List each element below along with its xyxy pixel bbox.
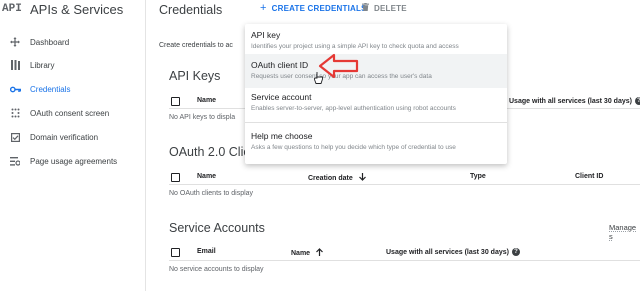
menu-item-help-me-choose[interactable]: Help me choose Asks a few questions to h…: [245, 125, 507, 159]
menu-item-service-account[interactable]: Service account Enables server-to-server…: [245, 86, 507, 120]
plus-icon: +: [260, 2, 267, 14]
sidebar-item-label: Credentials: [30, 84, 71, 94]
product-title: APIs & Services: [30, 2, 124, 17]
sidebar-item-domain-verification[interactable]: Domain verification: [0, 126, 146, 148]
app-window: API APIs & Services Dashboard Library Cr…: [0, 0, 640, 291]
menu-item-title: Help me choose: [251, 131, 313, 141]
oauth-col-client-id[interactable]: Client ID: [575, 173, 603, 180]
sidebar-item-page-usage[interactable]: Page usage agreements: [0, 150, 146, 172]
oauth-col-creation-date[interactable]: Creation date: [308, 173, 366, 183]
service-accounts-empty-message: No service accounts to display: [169, 266, 264, 273]
brand: API APIs & Services: [0, 0, 146, 22]
api-keys-select-all-checkbox[interactable]: [171, 97, 180, 106]
sidebar-item-label: Dashboard: [30, 37, 70, 47]
delete-button[interactable]: DELETE: [362, 3, 407, 13]
service-accounts-col-usage-label: Usage with all services (last 30 days): [386, 248, 509, 256]
menu-item-api-key[interactable]: API key Identifies your project using a …: [245, 24, 507, 58]
sidebar: API APIs & Services Dashboard Library Cr…: [0, 0, 146, 291]
api-keys-empty-message: No API keys to displa: [169, 114, 236, 121]
consent-icon: [0, 108, 30, 118]
menu-item-description: Asks a few questions to help you decide …: [251, 144, 456, 151]
menu-item-description: Identifies your project using a simple A…: [251, 43, 459, 50]
arrow-up-icon: [316, 248, 323, 258]
red-arrow-annotation-icon: [318, 53, 359, 79]
help-icon[interactable]: ?: [511, 248, 520, 256]
sidebar-item-label: OAuth consent screen: [30, 108, 110, 118]
manage-service-accounts-link[interactable]: Manage s: [609, 223, 640, 241]
menu-divider: [245, 122, 507, 123]
page-title: Credentials: [159, 3, 223, 17]
sidebar-item-label: Page usage agreements: [30, 156, 118, 166]
divider: [169, 260, 640, 261]
library-icon: [0, 60, 30, 70]
create-credentials-menu: API key Identifies your project using a …: [245, 24, 507, 164]
api-logo: API: [2, 3, 22, 15]
service-accounts-col-usage: Usage with all services (last 30 days)?: [386, 248, 520, 256]
service-accounts-select-all-checkbox[interactable]: [171, 248, 180, 257]
menu-item-title: Service account: [251, 92, 312, 102]
key-icon: [0, 86, 30, 93]
oauth-select-all-checkbox[interactable]: [171, 173, 180, 182]
arrow-down-icon: [358, 173, 366, 183]
menu-item-description: Enables server-to-server, app-level auth…: [251, 105, 456, 112]
mouse-cursor-icon: [314, 72, 323, 84]
sidebar-item-label: Library: [30, 60, 55, 70]
menu-item-title: API key: [251, 30, 281, 40]
oauth-clients-title: OAuth 2.0 Clie: [169, 145, 251, 159]
oauth-col-creation-date-label: Creation date: [308, 174, 353, 182]
sidebar-item-library[interactable]: Library: [0, 54, 146, 76]
sidebar-item-label: Domain verification: [30, 132, 99, 142]
oauth-col-name[interactable]: Name: [197, 173, 216, 180]
delete-label: DELETE: [374, 3, 407, 13]
sidebar-item-oauth-consent[interactable]: OAuth consent screen: [0, 102, 146, 124]
dashboard-icon: [0, 37, 30, 47]
service-accounts-col-email[interactable]: Email: [197, 248, 216, 255]
top-toolbar: Credentials + CREATE CREDENTIALS DELETE: [147, 0, 640, 22]
api-keys-title: API Keys: [169, 69, 221, 83]
oauth-empty-message: No OAuth clients to display: [169, 190, 254, 197]
divider: [169, 184, 640, 185]
settings-list-icon: [0, 156, 30, 166]
service-accounts-col-name-label: Name: [291, 249, 311, 257]
check-box-icon: [0, 132, 30, 142]
oauth-col-type[interactable]: Type: [470, 173, 486, 180]
create-credentials-button[interactable]: + CREATE CREDENTIALS: [260, 2, 367, 14]
menu-item-title: OAuth client ID: [251, 60, 309, 70]
intro-text: Create credentials to ac: [159, 42, 233, 49]
trash-icon: [362, 3, 369, 13]
service-accounts-col-name[interactable]: Name: [291, 248, 323, 258]
help-icon[interactable]: ?: [634, 97, 640, 105]
api-keys-col-usage-label: Usage with all services (last 30 days): [509, 97, 632, 105]
sidebar-item-credentials[interactable]: Credentials: [0, 78, 146, 100]
service-accounts-title: Service Accounts: [169, 221, 265, 235]
api-keys-col-name[interactable]: Name: [197, 97, 216, 104]
sidebar-item-dashboard[interactable]: Dashboard: [0, 31, 146, 53]
menu-item-oauth-client-id[interactable]: OAuth client ID Requests user consent so…: [245, 54, 507, 88]
api-keys-col-usage: Usage with all services (last 30 days)?: [509, 97, 640, 105]
create-credentials-label: CREATE CREDENTIALS: [271, 3, 367, 13]
